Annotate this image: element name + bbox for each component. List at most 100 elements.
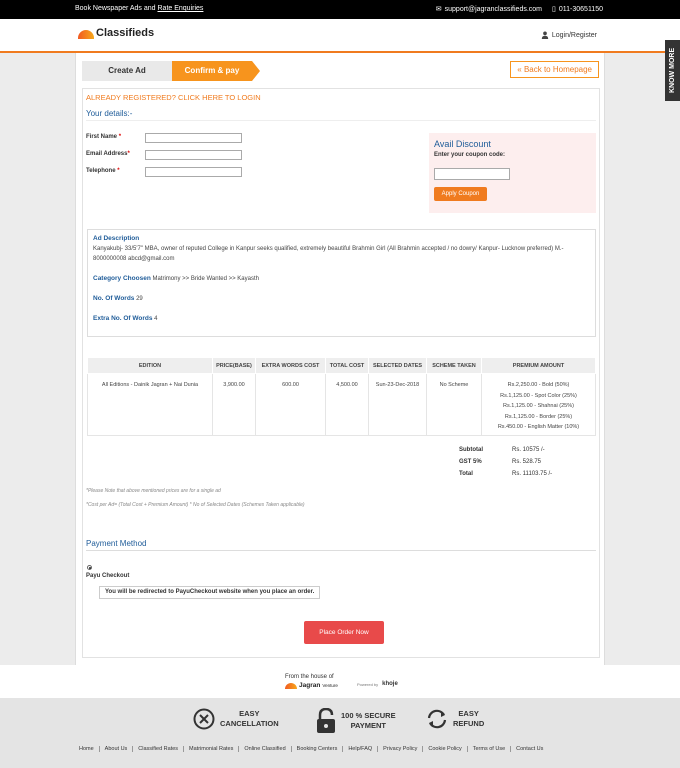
- cell-dates: Sun-23-Dec-2018: [368, 373, 427, 436]
- col-edition: EDITION: [87, 357, 213, 374]
- place-order-button[interactable]: Place Order Now: [304, 621, 384, 644]
- rate-enquiries-link[interactable]: Rate Enquiries: [158, 5, 204, 12]
- feature-line: REFUND: [453, 719, 485, 728]
- words-row: No. Of Words 29: [93, 294, 591, 304]
- lock-icon: [317, 708, 335, 733]
- col-premium: PREMIUM AMOUNT: [481, 357, 596, 374]
- step-indicator: Create Ad Confirm & pay: [82, 61, 260, 81]
- login-prompt-link[interactable]: ALREADY REGISTERED? CLICK HERE TO LOGIN: [86, 93, 261, 102]
- top-bar: Book Newspaper Ads and Rate Enquiries ✉ s…: [0, 0, 680, 19]
- required-star: *: [118, 134, 122, 140]
- price-note: *Please Note that above mentioned prices…: [86, 488, 221, 494]
- total-label: Total: [459, 471, 473, 477]
- coupon-input[interactable]: [434, 168, 510, 180]
- footer-link-home[interactable]: Home: [79, 746, 100, 752]
- ad-description-text: Kanyakubj- 33/5'7" MBA, owner of reputed…: [93, 246, 564, 262]
- mail-icon: ✉: [435, 6, 442, 13]
- telephone-label-text: Telephone: [86, 168, 116, 174]
- col-total-cost: TOTAL COST: [325, 357, 369, 374]
- email-input[interactable]: [145, 150, 242, 160]
- login-register-text: Login/Register: [551, 31, 597, 39]
- email-label: Email Address*: [86, 151, 130, 157]
- cell-premium: Rs.2,250.00 - Bold (50%) Rs.1,125.00 - S…: [481, 373, 596, 436]
- feature-secure-payment: 100 % SECURE PAYMENT: [316, 708, 396, 734]
- checkout-panel: ALREADY REGISTERED? CLICK HERE TO LOGIN …: [82, 88, 600, 658]
- feature-easy-cancellation: EASY CANCELLATION: [193, 708, 279, 730]
- category-row: Category Choosen Matrimony >> Bride Want…: [93, 274, 591, 284]
- cancel-icon: [193, 708, 215, 730]
- table-header-row: EDITION PRICE(BASE) EXTRA WORDS COST TOT…: [87, 357, 596, 374]
- phone-icon: ▯: [552, 6, 556, 13]
- login-register-link[interactable]: Login/Register: [541, 31, 597, 39]
- footer-link-terms[interactable]: Terms of Use: [468, 746, 512, 752]
- first-name-label: First Name *: [86, 134, 121, 140]
- venture-text: Venture: [322, 683, 338, 688]
- footer-link-contact[interactable]: Contact Us: [511, 746, 548, 752]
- your-details-heading: Your details:-: [86, 109, 133, 118]
- cell-edition: All Editions - Dainik Jagran + Nai Dunia: [87, 373, 213, 436]
- category-label: Category Choosen: [93, 275, 151, 282]
- powered-by-text: Powered by: [357, 681, 379, 687]
- site-logo[interactable]: Classifieds: [78, 27, 154, 39]
- refund-icon: [427, 709, 447, 729]
- premium-item: Rs.1,125.00 - Border (25%): [504, 413, 573, 420]
- premium-item: Rs.450.00 - English Matter (10%): [497, 424, 580, 430]
- premium-item: Rs.1,125.00 - Shahnai (25%): [503, 403, 574, 409]
- footer-link-privacy[interactable]: Privacy Policy: [378, 746, 424, 752]
- telephone-label: Telephone *: [86, 168, 120, 174]
- col-scheme: SCHEME TAKEN: [426, 357, 482, 374]
- premium-item: Rs.1,125.00 - Spot Color (25%): [500, 392, 577, 399]
- header: Classifieds Login/Register: [0, 19, 680, 53]
- first-name-input[interactable]: [145, 133, 242, 143]
- user-icon: [541, 31, 549, 39]
- footer-link-matrimonial-rates[interactable]: Matrimonial Rates: [184, 746, 240, 752]
- extra-words-value: 4: [154, 316, 158, 322]
- category-value: Matrimony >> Bride Wanted >> Kayasth: [152, 276, 259, 282]
- support-email-text: support@jagranclassifieds.com: [444, 6, 543, 13]
- footer-link-booking-centers[interactable]: Booking Centers: [292, 746, 344, 752]
- step-create-ad[interactable]: Create Ad: [82, 61, 172, 81]
- table-row: All Editions - Dainik Jagran + Nai Dunia…: [87, 373, 596, 436]
- cell-total: 4,500.00: [325, 373, 369, 436]
- extra-words-label: Extra No. Of Words: [93, 315, 153, 322]
- gst-value: Rs. 528.75: [512, 459, 542, 465]
- support-email[interactable]: ✉ support@jagranclassifieds.com: [436, 5, 542, 13]
- feature-line: CANCELLATION: [220, 719, 279, 728]
- cell-scheme: No Scheme: [426, 373, 482, 436]
- main-content: Create Ad Confirm & pay « Back to Homepa…: [75, 53, 605, 665]
- back-to-homepage-button[interactable]: « Back to Homepage: [510, 61, 599, 78]
- feature-line: EASY: [239, 709, 260, 718]
- telephone-input[interactable]: [145, 167, 242, 177]
- top-bar-left: Book Newspaper Ads and Rate Enquiries: [75, 5, 203, 12]
- discount-title: Avail Discount: [434, 139, 491, 149]
- feature-text: 100 % SECURE PAYMENT: [341, 711, 396, 731]
- footer-links: Home About Us Classified Rates Matrimoni…: [79, 746, 548, 752]
- payment-method-heading: Payment Method: [86, 539, 147, 548]
- top-bar-text: Book Newspaper Ads and: [75, 5, 158, 12]
- support-phone[interactable]: ▯ 011-30651150: [552, 5, 603, 13]
- divider: [86, 120, 596, 121]
- footer-link-cookie[interactable]: Cookie Policy: [423, 746, 468, 752]
- divider: [86, 550, 596, 551]
- know-more-tab[interactable]: KNOW MORE: [665, 40, 680, 101]
- jagran-logo: Jagran Venture: [285, 682, 338, 689]
- apply-coupon-button[interactable]: Apply Coupon: [434, 187, 487, 201]
- cost-formula-note: *Cost per Ad= (Total Cost + Premium Amou…: [86, 502, 305, 508]
- payu-label: Payu Checkout: [86, 573, 130, 579]
- words-value: 29: [136, 296, 143, 302]
- col-selected-dates: SELECTED DATES: [368, 357, 427, 374]
- payu-radio[interactable]: [87, 565, 92, 570]
- cell-price: 3,900.00: [212, 373, 256, 436]
- logo-sun-icon: [78, 30, 94, 39]
- redirect-notice: You will be redirected to PayuCheckout w…: [99, 586, 321, 599]
- top-bar-contacts: ✉ support@jagranclassifieds.com ▯ 011-3065…: [436, 5, 603, 13]
- ad-summary: Ad Description Kanyakubj- 33/5'7" MBA, o…: [87, 229, 596, 337]
- footer-link-about[interactable]: About Us: [100, 746, 134, 752]
- jagran-sun-icon: [285, 682, 297, 689]
- footer-link-classified-rates[interactable]: Classified Rates: [133, 746, 185, 752]
- footer-link-help[interactable]: Help/FAQ: [343, 746, 379, 752]
- cell-extra: 600.00: [255, 373, 326, 436]
- footer-link-online-classified[interactable]: Online Classified: [239, 746, 292, 752]
- support-phone-text: 011-30651150: [558, 6, 603, 13]
- feature-line: PAYMENT: [350, 721, 387, 730]
